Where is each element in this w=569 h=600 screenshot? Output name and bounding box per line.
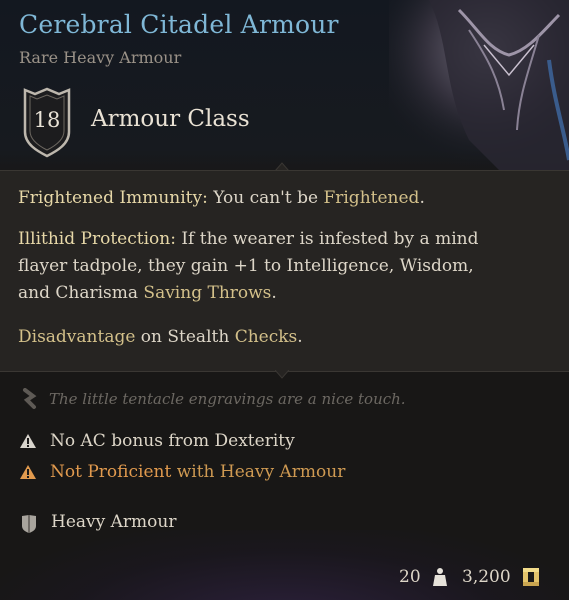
item-rarity-type: Rare Heavy Armour [19,48,182,67]
property-illithid-protection: Illithid Protection: If the wearer is in… [18,229,479,303]
warning-no-ac-dexterity: No AC bonus from Dexterity [50,431,295,451]
weight-icon [433,568,447,586]
properties-panel: Frightened Immunity: You can't be Fright… [0,170,569,372]
heavy-armour-icon [22,515,36,533]
warning-icon [20,434,36,448]
item-tooltip: Cerebral Citadel Armour Rare Heavy Armou… [0,0,569,600]
saving-throws-link[interactable]: Saving Throws [143,283,271,303]
weight-value: 20 [399,567,421,587]
gold-coin-icon [523,568,539,586]
item-name: Cerebral Citadel Armour [19,10,339,39]
bottom-glow [0,530,569,600]
armour-category: Heavy Armour [51,512,177,532]
armour-class-label: Armour Class [91,106,250,132]
flavor-text: The little tentacle engravings are a nic… [49,390,406,408]
armour-art-image [389,0,569,170]
divider-notch [275,370,289,379]
armour-class-value: 18 [33,108,61,132]
checks-link[interactable]: Checks [235,327,298,347]
disadvantage-link[interactable]: Disadvantage [18,327,135,347]
price-value: 3,200 [462,567,511,587]
frightened-link[interactable]: Frightened [323,188,419,208]
feather-icon [23,388,37,409]
warning-not-proficient: Not Proficient with Heavy Armour [50,462,346,482]
property-stealth-disadvantage: Disadvantage on Stealth Checks. [18,327,303,347]
property-frightened-immunity: Frightened Immunity: You can't be Fright… [18,188,425,208]
warning-icon [20,465,36,479]
